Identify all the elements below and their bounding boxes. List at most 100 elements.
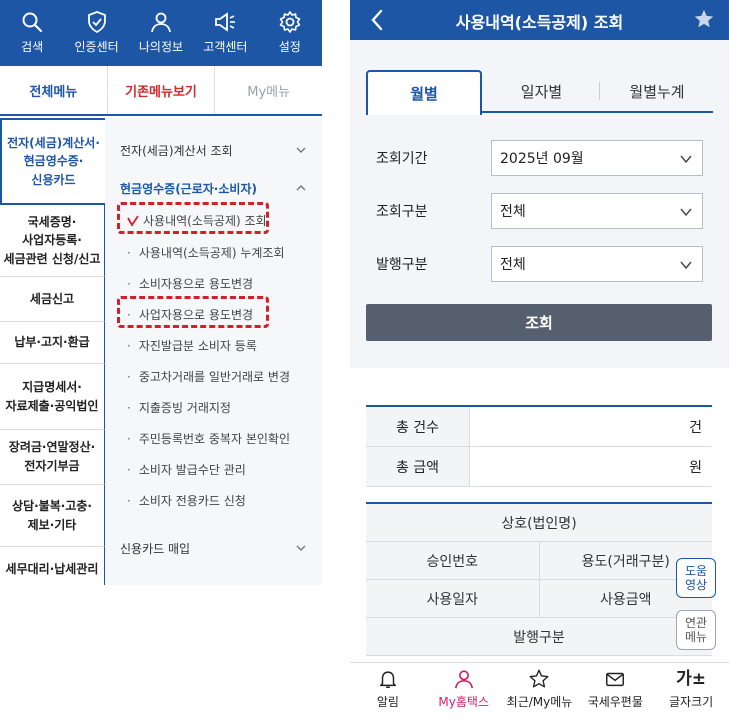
category-line: 제보·기타 [27,517,77,532]
float-label: 도움 [684,563,708,578]
submenu-item-issue-method[interactable]: · 소비자 발급수단 관리 [127,461,246,478]
summary-value: 건 [689,419,702,436]
bell-icon [379,671,396,688]
summary-label: 총 건수 [366,407,470,446]
category-line: 장려금·연말정산· [8,440,96,455]
nav-recent-my-menu[interactable]: 최근/My메뉴 [502,663,578,719]
category-payment[interactable]: 납부·고지·환급 [0,322,105,364]
category-e-invoice[interactable]: 전자(세금)계산서· 현금영수증· 신용카드 [0,118,105,205]
my-info-button[interactable]: 나의정보 [129,0,193,66]
chevron-down-icon [680,208,692,217]
settings-button[interactable]: 설정 [258,0,322,66]
submenu-header-e-invoice[interactable]: 전자(세금)계산서 조회 [120,142,233,159]
nav-label: 국세우편물 [587,695,643,709]
category-payment-statement[interactable]: 지급명세서· 자료제출·공익법인 [0,364,105,430]
select-value: 2025년 09월 [500,151,584,167]
issue-type-select[interactable]: 전체 [491,246,703,282]
float-label: 메뉴 [684,630,708,644]
tab-monthly-cumulative[interactable]: 월별누계 [601,70,713,113]
category-certificate[interactable]: 국세증명· 사업자등록· 세금관련 신청/신고 [0,205,105,277]
column-header: 발행구분 [513,629,565,646]
float-label: 영상 [684,578,708,592]
period-select[interactable]: 2025년 09월 [491,140,703,176]
result-header-row: 사용일자 사용금액 [366,580,712,618]
submenu-header-cash-receipt[interactable]: 현금영수증(근로자·소비자) [120,180,257,197]
toolbar-label: 검색 [21,40,44,54]
category-year-end[interactable]: 장려금·연말정산· 전자기부금 [0,430,105,485]
top-toolbar: 검색 인증센터 나의정보 고객센터 설정 [0,0,322,66]
category-line: 전자(세금)계산서· [7,135,100,150]
related-menu-button[interactable]: 연관 메뉴 [676,610,716,650]
nav-label: 최근/My메뉴 [506,695,573,709]
field-label: 조회구분 [376,204,428,220]
search-form: 월별 일자별 월별누계 조회기간 2025년 09월 조회구분 전체 발행구분 … [350,40,729,368]
page-title: 사용내역(소득공제) 조회 [455,13,624,32]
field-label: 조회기간 [376,151,428,167]
gear-icon [279,11,301,33]
submenu-item-label: 주민등록번호 중복자 본인확인 [138,432,290,446]
help-video-button[interactable]: 도움 영상 [676,558,716,598]
submenu-header-label: 전자(세금)계산서 조회 [120,144,233,158]
category-line: 전자기부금 [24,459,80,473]
submenu-item-label: 사용내역(소득공제) 누계조회 [138,246,285,260]
category-line: 세금관련 신청/신고 [3,251,101,266]
category-tax-agent[interactable]: 세무대리·납세관리 [0,547,105,585]
certificate-center-button[interactable]: 인증센터 [64,0,128,66]
customer-center-button[interactable]: 고객센터 [193,0,257,66]
search-button[interactable]: 조회 [366,304,712,341]
bullet: · [127,369,131,384]
submenu-item-consumer-change[interactable]: · 소비자용으로 용도변경 [127,275,253,292]
nav-tax-mail[interactable]: 국세우편물 [577,663,653,719]
submenu-item-self-issued[interactable]: · 자진발급분 소비자 등록 [127,337,257,354]
chevron-down-icon [296,147,306,153]
highlight-box [117,296,269,328]
category-line: 국세증명· [27,214,77,229]
category-line: 자료제출·공익법인 [5,398,99,413]
submenu-item-label: 소비자 전용카드 신청 [138,494,246,508]
right-detail-panel: 사용내역(소득공제) 조회 월별 일자별 월별누계 조회기간 2025년 09월… [350,0,729,719]
result-header-row: 승인번호 용도(거래구분) [366,542,712,580]
chevron-down-icon [296,545,306,551]
highlight-box [117,202,269,234]
nav-notifications[interactable]: 알림 [350,663,426,719]
nav-label: 글자크기 [669,695,714,709]
nav-font-size[interactable]: 가± 글자크기 [653,663,729,719]
result-header-row: 발행구분 [366,618,712,656]
shield-icon [87,11,106,34]
chevron-down-icon [680,155,692,164]
tab-daily[interactable]: 일자별 [484,70,599,113]
toolbar-label: 고객센터 [203,40,248,54]
left-menu-panel: 검색 인증센터 나의정보 고객센터 설정 전체메뉴 기존메뉴보기 My메뉴 전자… [0,0,322,585]
submenu-item-duplicate-id[interactable]: · 주민등록번호 중복자 본인확인 [127,430,290,447]
star-outline-icon [530,669,549,688]
search-button[interactable]: 검색 [0,0,64,66]
submenu-header-label: 현금영수증(근로자·소비자) [120,182,257,196]
nav-label: My홈택스 [438,695,489,709]
tab-my-menu[interactable]: My메뉴 [215,66,322,114]
summary-table: 총 건수 건 총 금액 원 [366,405,712,487]
select-value: 전체 [500,204,526,220]
summary-label: 총 금액 [366,447,470,486]
field-issue-type: 발행구분 전체 [376,246,713,282]
tab-legacy-menu[interactable]: 기존메뉴보기 [106,66,216,114]
submenu-item-expense-proof[interactable]: · 지출증빙 거래지정 [127,399,231,416]
category-consulting[interactable]: 상담·불복·고충· 제보·기타 [0,485,105,547]
nav-my-hometax[interactable]: My홈택스 [426,663,502,719]
tab-monthly[interactable]: 월별 [366,70,482,115]
favorite-star-icon[interactable] [693,8,715,30]
submenu-item-used-car[interactable]: · 중고차거래를 일반거래로 변경 [127,368,290,385]
bullet: · [127,245,131,260]
category-line: 납부·고지·환급 [14,335,90,350]
column-header: 상호(법인명) [501,515,577,532]
category-list: 전자(세금)계산서· 현금영수증· 신용카드 국세증명· 사업자등록· 세금관련 신청/… [0,118,105,585]
tab-all-menu[interactable]: 전체메뉴 [0,66,107,114]
submenu-header-credit-card[interactable]: 신용카드 매입 [120,540,190,557]
category-line: 지급명세서· [22,379,82,394]
float-label: 연관 [684,615,708,630]
submenu-item-usage-cumulative[interactable]: · 사용내역(소득공제) 누계조회 [127,244,285,261]
category-tax-filing[interactable]: 세금신고 [0,277,105,322]
megaphone-icon [215,12,236,32]
submenu-item-card-apply[interactable]: · 소비자 전용카드 신청 [127,492,246,509]
mail-icon [606,672,625,687]
type-select[interactable]: 전체 [491,193,703,229]
